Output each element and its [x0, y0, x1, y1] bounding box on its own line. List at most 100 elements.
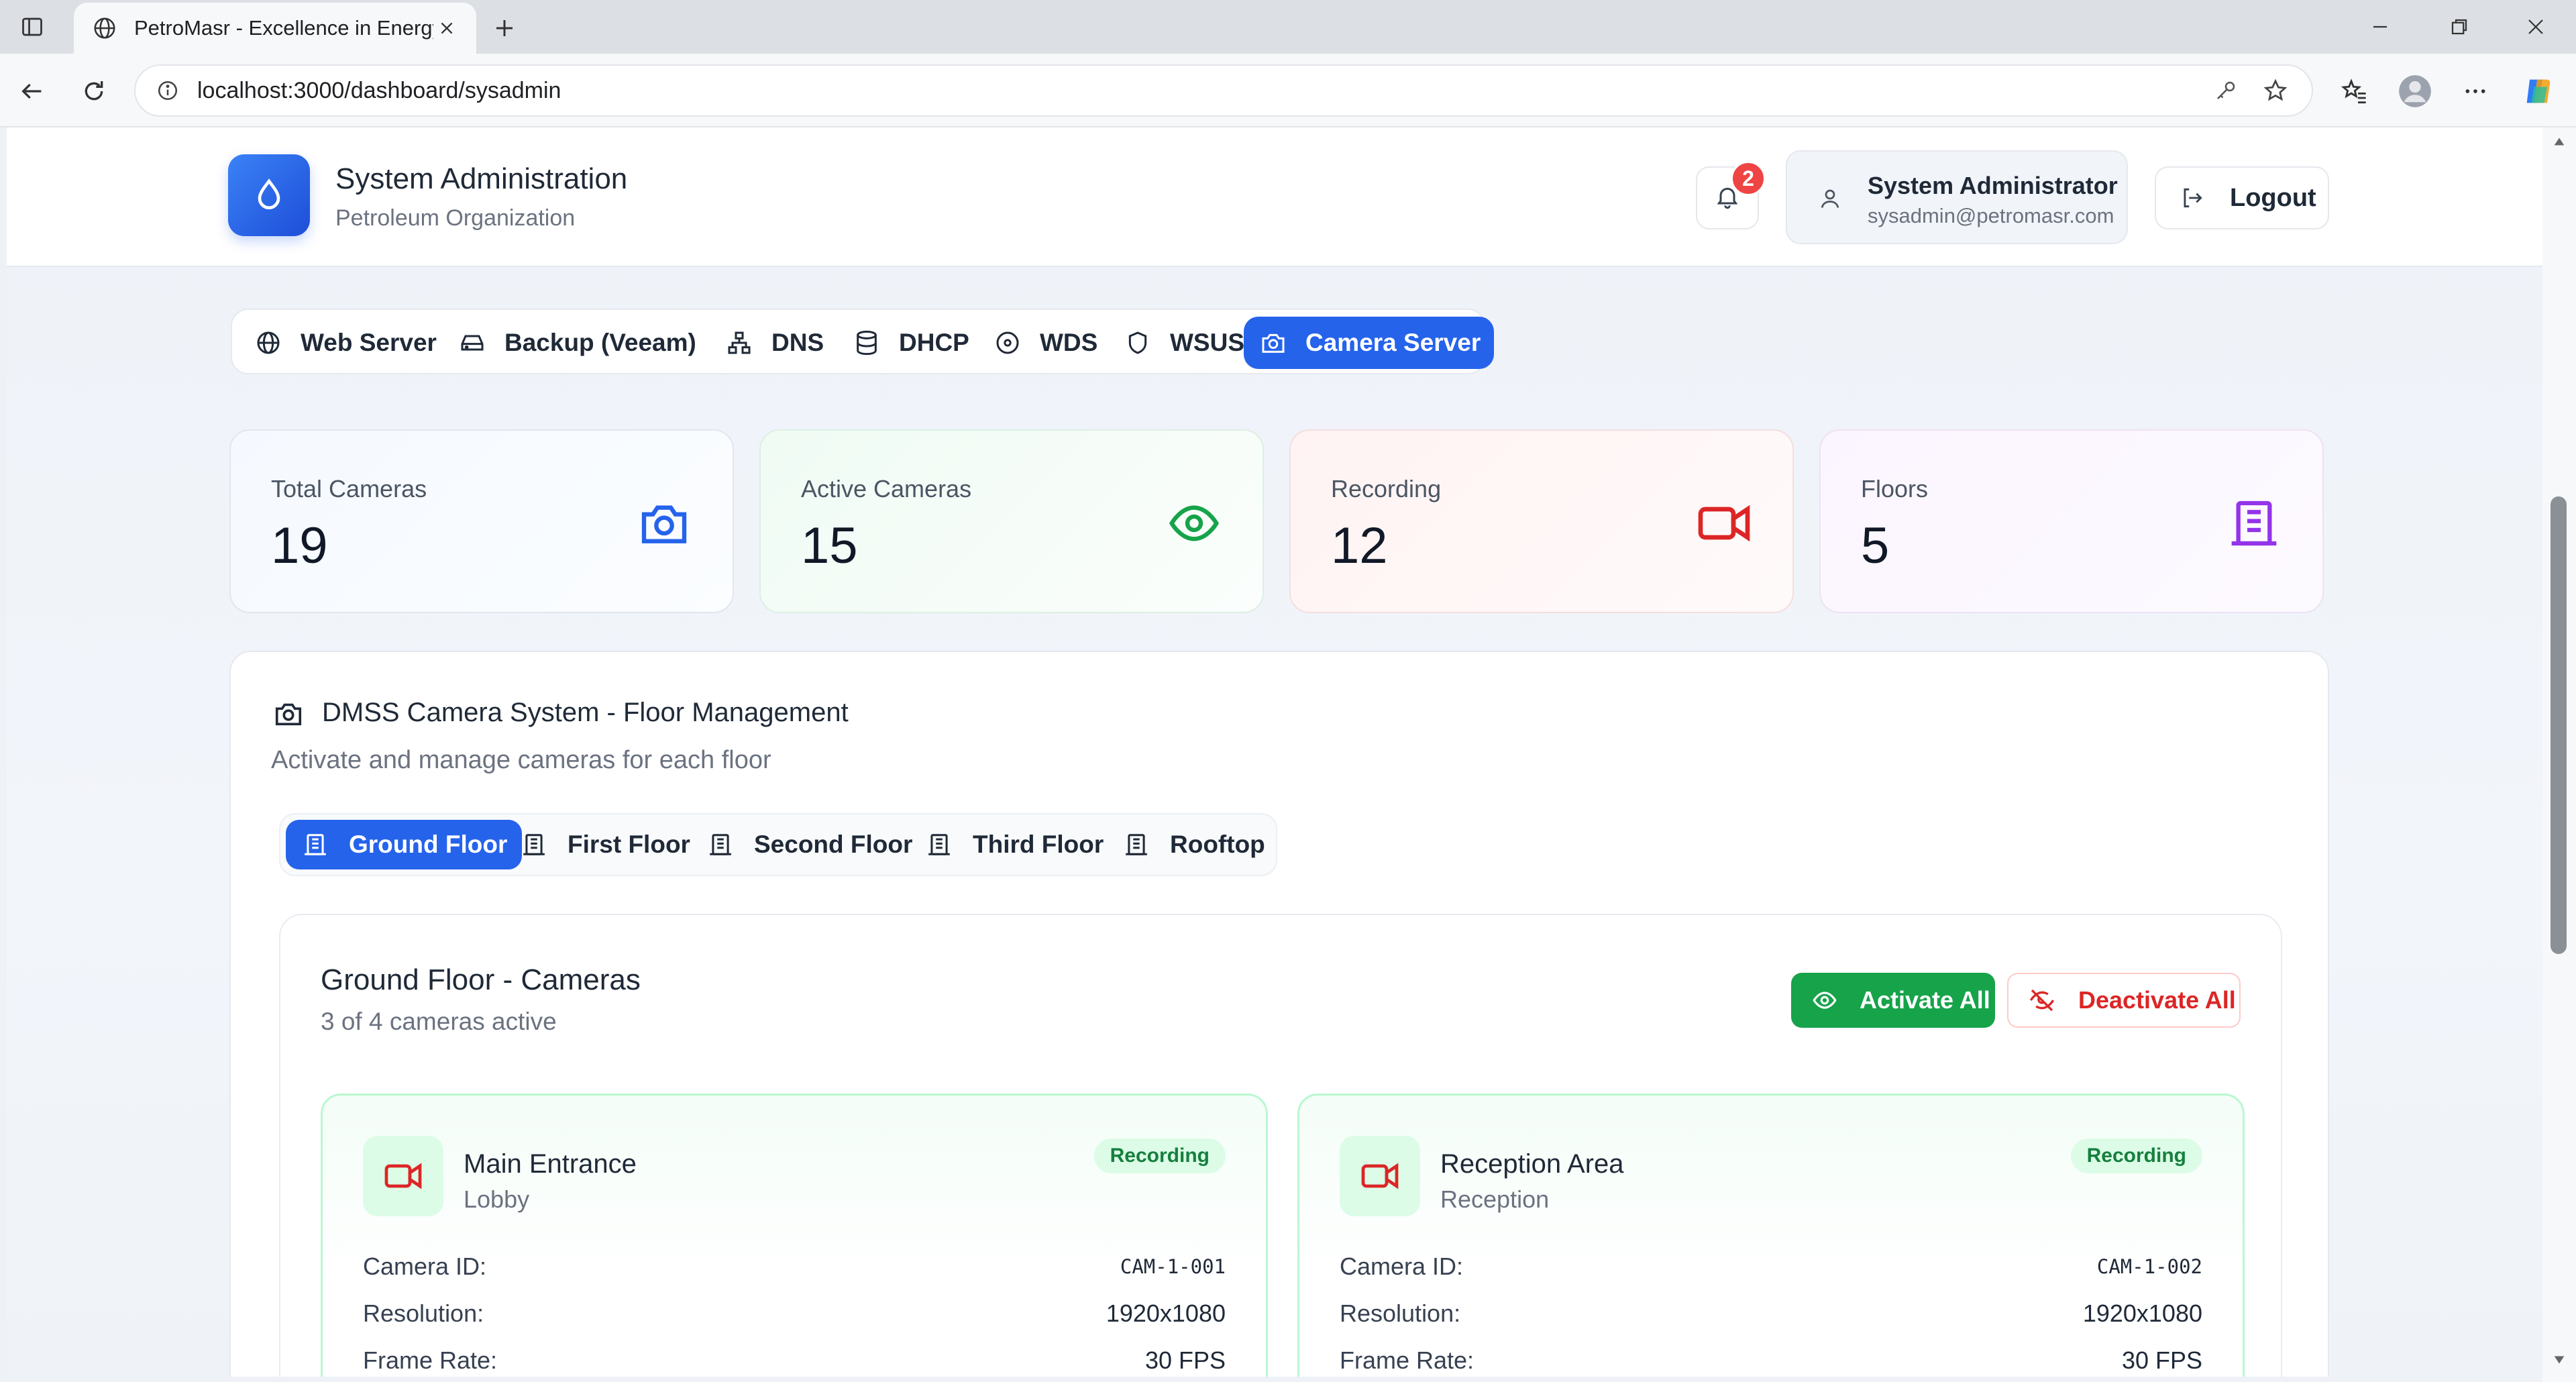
url-text[interactable]: localhost:3000/dashboard/sysadmin — [197, 78, 2194, 104]
reload-icon[interactable] — [76, 74, 111, 109]
activate-all-label: Activate All — [1860, 986, 1990, 1014]
tab-wds[interactable]: WDS — [978, 317, 1111, 369]
shield-icon — [1122, 327, 1154, 359]
stat-value: 15 — [801, 517, 858, 574]
globe-icon — [252, 327, 284, 359]
stat-label: Recording — [1331, 475, 1442, 502]
floor-tab-label: Rooftop — [1170, 831, 1265, 858]
resolution-row: Resolution: 1920x1080 — [363, 1297, 1226, 1330]
tab-wsus[interactable]: WSUS — [1108, 317, 1258, 369]
field-label: Resolution: — [363, 1299, 484, 1327]
more-options-icon[interactable] — [2457, 72, 2494, 110]
minimize-icon[interactable] — [2364, 11, 2396, 43]
app-subtitle: Petroleum Organization — [335, 205, 576, 231]
page-viewport: System Administration Petroleum Organiza… — [7, 127, 2542, 1377]
resolution-value: 1920x1080 — [1106, 1299, 1226, 1327]
tab-web-server[interactable]: Web Server — [239, 317, 450, 369]
camera-card[interactable]: Main Entrance Lobby Recording Camera ID:… — [321, 1094, 1268, 1377]
camera-name: Reception Area — [1440, 1149, 1624, 1179]
scroll-up-arrow-icon[interactable] — [2549, 131, 2569, 152]
frame-rate-value: 30 FPS — [2121, 1346, 2202, 1374]
stat-value: 12 — [1331, 517, 1388, 574]
browser-tab[interactable]: PetroMasr - Excellence in Energy — [74, 3, 476, 54]
video-icon — [363, 1136, 443, 1216]
camera-name: Main Entrance — [464, 1149, 637, 1179]
floor-tab-label: Second Floor — [754, 831, 913, 858]
stat-label: Total Cameras — [271, 475, 427, 502]
floor-tab-label: First Floor — [568, 831, 690, 858]
stat-active-cameras: Active Cameras 15 — [759, 429, 1264, 613]
resolution-row: Resolution: 1920x1080 — [1340, 1297, 2202, 1330]
scrollbar-thumb[interactable] — [2551, 496, 2567, 954]
tab-title: PetroMasr - Excellence in Energy — [134, 16, 433, 40]
close-tab-icon[interactable] — [433, 15, 460, 42]
floor-camera-panel: Ground Floor - Cameras 3 of 4 cameras ac… — [279, 914, 2282, 1377]
camera-icon — [636, 495, 692, 551]
url-bar[interactable]: localhost:3000/dashboard/sysadmin — [134, 64, 2313, 117]
camera-id-row: Camera ID: CAM-1-002 — [1340, 1250, 2202, 1283]
resolution-value: 1920x1080 — [2082, 1299, 2202, 1327]
deactivate-all-label: Deactivate All — [2078, 986, 2236, 1014]
tab-backup-veeam[interactable]: Backup (Veeam) — [443, 317, 710, 369]
camera-card[interactable]: Reception Area Reception Recording Camer… — [1297, 1094, 2245, 1377]
video-icon — [1696, 495, 1752, 551]
tab-first-floor[interactable]: First Floor — [504, 820, 705, 869]
tab-dns[interactable]: DNS — [710, 317, 837, 369]
copilot-icon[interactable] — [2520, 72, 2557, 110]
camera-icon — [271, 696, 306, 731]
user-profile[interactable]: System Administrator sysadmin@petromasr.… — [1786, 150, 2128, 244]
globe-icon — [90, 13, 119, 43]
app-title: System Administration — [335, 162, 628, 195]
user-email: sysadmin@petromasr.com — [1868, 204, 2114, 227]
new-tab-icon[interactable] — [488, 12, 521, 44]
user-icon — [1814, 182, 1846, 215]
logout-button[interactable]: Logout — [2155, 166, 2329, 229]
app-header: System Administration Petroleum Organiza… — [7, 127, 2542, 267]
tab-rooftop[interactable]: Rooftop — [1107, 820, 1280, 869]
scroll-down-arrow-icon[interactable] — [2549, 1350, 2569, 1370]
stat-label: Active Cameras — [801, 475, 972, 502]
browser-tab-strip: PetroMasr - Excellence in Energy — [0, 0, 2576, 54]
hard-drive-icon — [456, 327, 488, 359]
logo-droplet-icon — [228, 154, 310, 236]
sidebar-toggle-icon[interactable] — [17, 12, 47, 42]
back-arrow-icon[interactable] — [15, 74, 50, 109]
tab-camera-server[interactable]: Camera Server — [1244, 317, 1495, 369]
key-icon[interactable] — [2208, 73, 2243, 108]
building-icon — [301, 830, 330, 859]
favorite-star-icon[interactable] — [2258, 73, 2293, 108]
tab-dhcp[interactable]: DHCP — [837, 317, 983, 369]
stat-recording: Recording 12 — [1289, 429, 1794, 613]
tab-second-floor[interactable]: Second Floor — [691, 820, 927, 869]
eye-icon — [1166, 495, 1222, 551]
site-info-icon[interactable] — [154, 77, 181, 104]
floor-tabs: Ground Floor First Floor Second Floor Th… — [279, 813, 1277, 876]
address-bar-row: localhost:3000/dashboard/sysadmin — [0, 54, 2576, 127]
tab-label: Web Server — [301, 329, 437, 356]
building-icon — [924, 830, 954, 859]
camera-location: Lobby — [464, 1185, 530, 1213]
building-icon — [2226, 495, 2282, 551]
frame-rate-row: Frame Rate: 30 FPS — [1340, 1344, 2202, 1377]
tab-label: WDS — [1040, 329, 1098, 356]
activate-all-button[interactable]: Activate All — [1791, 973, 1995, 1028]
restore-icon[interactable] — [2443, 11, 2475, 43]
video-icon — [1340, 1136, 1420, 1216]
camera-icon — [1257, 327, 1289, 359]
eye-icon — [1810, 986, 1839, 1015]
close-window-icon[interactable] — [2520, 11, 2552, 43]
user-name: System Administrator — [1868, 172, 2118, 199]
deactivate-all-button[interactable]: Deactivate All — [2007, 973, 2241, 1028]
field-label: Camera ID: — [363, 1253, 487, 1280]
stat-floors: Floors 5 — [1819, 429, 2324, 613]
frame-rate-value: 30 FPS — [1144, 1346, 1226, 1374]
favorites-icon[interactable] — [2336, 72, 2373, 110]
field-label: Frame Rate: — [363, 1346, 498, 1374]
card-title: DMSS Camera System - Floor Management — [322, 698, 849, 727]
tab-label: DNS — [771, 329, 824, 356]
tab-ground-floor[interactable]: Ground Floor — [286, 820, 523, 869]
profile-avatar-icon[interactable] — [2396, 72, 2434, 110]
building-icon — [519, 830, 549, 859]
stat-value: 5 — [1861, 517, 1890, 574]
tab-third-floor[interactable]: Third Floor — [910, 820, 1118, 869]
